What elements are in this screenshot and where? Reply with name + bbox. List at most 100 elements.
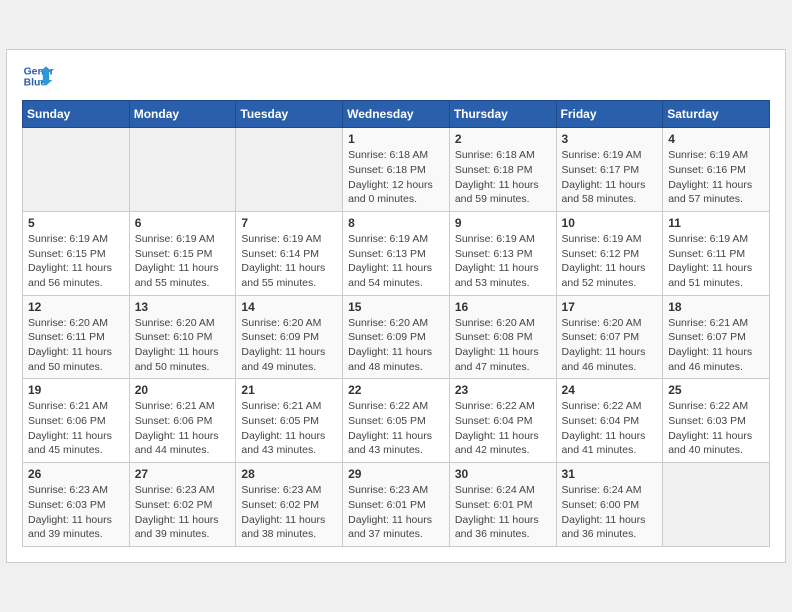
calendar-cell: 18 Sunrise: 6:21 AM Sunset: 6:07 PM Dayli…	[663, 295, 770, 379]
calendar-cell: 6 Sunrise: 6:19 AM Sunset: 6:15 PM Daylig…	[129, 211, 236, 295]
day-number: 13	[135, 300, 231, 314]
day-info: Sunrise: 6:21 AM Sunset: 6:07 PM Dayligh…	[668, 316, 764, 375]
weekday-header: Wednesday	[343, 101, 450, 128]
day-info: Sunrise: 6:20 AM Sunset: 6:11 PM Dayligh…	[28, 316, 124, 375]
day-info: Sunrise: 6:19 AM Sunset: 6:15 PM Dayligh…	[135, 232, 231, 291]
calendar-cell: 13Sunrise: 6:20 AM Sunset: 6:10 PM Dayli…	[129, 295, 236, 379]
weekday-header: Friday	[556, 101, 663, 128]
day-info: Sunrise: 6:19 AM Sunset: 6:12 PM Dayligh…	[562, 232, 658, 291]
day-info: Sunrise: 6:21 AM Sunset: 6:06 PM Dayligh…	[28, 399, 124, 458]
weekday-header: Thursday	[449, 101, 556, 128]
calendar-cell: 7 Sunrise: 6:19 AM Sunset: 6:14 PM Daylig…	[236, 211, 343, 295]
calendar-cell: 22Sunrise: 6:22 AM Sunset: 6:05 PM Dayli…	[343, 379, 450, 463]
day-number: 2	[455, 132, 551, 146]
calendar-cell: 30 Sunrise: 6:24 AM Sunset: 6:01 PM Dayli…	[449, 463, 556, 547]
day-info: Sunrise: 6:20 AM Sunset: 6:09 PM Dayligh…	[241, 316, 337, 375]
day-number: 14	[241, 300, 337, 314]
weekday-header: Sunday	[23, 101, 130, 128]
calendar-cell	[236, 128, 343, 212]
logo: General Blue	[22, 60, 54, 92]
day-number: 28	[241, 467, 337, 481]
day-number: 4	[668, 132, 764, 146]
day-number: 19	[28, 383, 124, 397]
day-number: 15	[348, 300, 444, 314]
day-number: 21	[241, 383, 337, 397]
calendar-cell: 29 Sunrise: 6:23 AM Sunset: 6:01 PM Dayli…	[343, 463, 450, 547]
calendar-cell: 20Sunrise: 6:21 AM Sunset: 6:06 PM Dayli…	[129, 379, 236, 463]
day-number: 9	[455, 216, 551, 230]
day-info: Sunrise: 6:20 AM Sunset: 6:08 PM Dayligh…	[455, 316, 551, 375]
header: General Blue	[22, 60, 770, 92]
calendar-cell: 1 Sunrise: 6:18 AM Sunset: 6:18 PM Daylig…	[343, 128, 450, 212]
weekday-header-row: SundayMondayTuesdayWednesdayThursdayFrid…	[23, 101, 770, 128]
calendar-week-row: 19 Sunrise: 6:21 AM Sunset: 6:06 PM Dayli…	[23, 379, 770, 463]
day-info: Sunrise: 6:22 AM Sunset: 6:03 PM Dayligh…	[668, 399, 764, 458]
calendar-cell: 16 Sunrise: 6:20 AM Sunset: 6:08 PM Dayli…	[449, 295, 556, 379]
day-number: 25	[668, 383, 764, 397]
calendar-container: General Blue SundayMondayTuesdayWednesda…	[6, 49, 786, 563]
weekday-header: Monday	[129, 101, 236, 128]
day-number: 30	[455, 467, 551, 481]
calendar-cell: 3 Sunrise: 6:19 AM Sunset: 6:17 PM Daylig…	[556, 128, 663, 212]
day-number: 6	[135, 216, 231, 230]
calendar-cell: 10 Sunrise: 6:19 AM Sunset: 6:12 PM Dayli…	[556, 211, 663, 295]
day-info: Sunrise: 6:23 AM Sunset: 6:01 PM Dayligh…	[348, 483, 444, 542]
day-number: 1	[348, 132, 444, 146]
day-number: 17	[562, 300, 658, 314]
day-info: Sunrise: 6:22 AM Sunset: 6:04 PM Dayligh…	[455, 399, 551, 458]
logo-icon: General Blue	[22, 60, 54, 92]
calendar-cell: 21 Sunrise: 6:21 AM Sunset: 6:05 PM Dayli…	[236, 379, 343, 463]
day-number: 24	[562, 383, 658, 397]
calendar-cell	[663, 463, 770, 547]
day-number: 18	[668, 300, 764, 314]
day-number: 20	[135, 383, 231, 397]
calendar-cell: 26 Sunrise: 6:23 AM Sunset: 6:03 PM Dayli…	[23, 463, 130, 547]
calendar-cell: 25 Sunrise: 6:22 AM Sunset: 6:03 PM Dayli…	[663, 379, 770, 463]
day-number: 27	[135, 467, 231, 481]
calendar-cell: 15 Sunrise: 6:20 AM Sunset: 6:09 PM Dayli…	[343, 295, 450, 379]
day-info: Sunrise: 6:18 AM Sunset: 6:18 PM Dayligh…	[455, 148, 551, 207]
calendar-cell: 17 Sunrise: 6:20 AM Sunset: 6:07 PM Dayli…	[556, 295, 663, 379]
calendar-cell: 2 Sunrise: 6:18 AM Sunset: 6:18 PM Daylig…	[449, 128, 556, 212]
calendar-cell: 23Sunrise: 6:22 AM Sunset: 6:04 PM Dayli…	[449, 379, 556, 463]
day-number: 3	[562, 132, 658, 146]
day-number: 5	[28, 216, 124, 230]
calendar-cell: 27Sunrise: 6:23 AM Sunset: 6:02 PM Dayli…	[129, 463, 236, 547]
weekday-header: Tuesday	[236, 101, 343, 128]
day-info: Sunrise: 6:21 AM Sunset: 6:05 PM Dayligh…	[241, 399, 337, 458]
day-info: Sunrise: 6:23 AM Sunset: 6:03 PM Dayligh…	[28, 483, 124, 542]
calendar-cell: 14 Sunrise: 6:20 AM Sunset: 6:09 PM Dayli…	[236, 295, 343, 379]
day-number: 8	[348, 216, 444, 230]
day-info: Sunrise: 6:19 AM Sunset: 6:14 PM Dayligh…	[241, 232, 337, 291]
calendar-week-row: 5 Sunrise: 6:19 AM Sunset: 6:15 PM Daylig…	[23, 211, 770, 295]
calendar-cell: 31Sunrise: 6:24 AM Sunset: 6:00 PM Dayli…	[556, 463, 663, 547]
day-number: 10	[562, 216, 658, 230]
day-number: 29	[348, 467, 444, 481]
calendar-cell: 5 Sunrise: 6:19 AM Sunset: 6:15 PM Daylig…	[23, 211, 130, 295]
calendar-cell: 9Sunrise: 6:19 AM Sunset: 6:13 PM Daylig…	[449, 211, 556, 295]
day-number: 12	[28, 300, 124, 314]
day-info: Sunrise: 6:24 AM Sunset: 6:00 PM Dayligh…	[562, 483, 658, 542]
calendar-cell: 19 Sunrise: 6:21 AM Sunset: 6:06 PM Dayli…	[23, 379, 130, 463]
day-info: Sunrise: 6:19 AM Sunset: 6:13 PM Dayligh…	[348, 232, 444, 291]
weekday-header: Saturday	[663, 101, 770, 128]
day-info: Sunrise: 6:19 AM Sunset: 6:17 PM Dayligh…	[562, 148, 658, 207]
day-info: Sunrise: 6:20 AM Sunset: 6:09 PM Dayligh…	[348, 316, 444, 375]
calendar-cell: 28Sunrise: 6:23 AM Sunset: 6:02 PM Dayli…	[236, 463, 343, 547]
calendar-week-row: 26 Sunrise: 6:23 AM Sunset: 6:03 PM Dayli…	[23, 463, 770, 547]
day-info: Sunrise: 6:24 AM Sunset: 6:01 PM Dayligh…	[455, 483, 551, 542]
day-info: Sunrise: 6:20 AM Sunset: 6:07 PM Dayligh…	[562, 316, 658, 375]
day-info: Sunrise: 6:22 AM Sunset: 6:05 PM Dayligh…	[348, 399, 444, 458]
day-info: Sunrise: 6:22 AM Sunset: 6:04 PM Dayligh…	[562, 399, 658, 458]
calendar-cell: 24 Sunrise: 6:22 AM Sunset: 6:04 PM Dayli…	[556, 379, 663, 463]
calendar-week-row: 1 Sunrise: 6:18 AM Sunset: 6:18 PM Daylig…	[23, 128, 770, 212]
day-number: 11	[668, 216, 764, 230]
calendar-cell: 4Sunrise: 6:19 AM Sunset: 6:16 PM Daylig…	[663, 128, 770, 212]
day-number: 7	[241, 216, 337, 230]
calendar-cell	[129, 128, 236, 212]
day-number: 16	[455, 300, 551, 314]
day-info: Sunrise: 6:19 AM Sunset: 6:15 PM Dayligh…	[28, 232, 124, 291]
day-info: Sunrise: 6:18 AM Sunset: 6:18 PM Dayligh…	[348, 148, 444, 207]
calendar-cell: 11Sunrise: 6:19 AM Sunset: 6:11 PM Dayli…	[663, 211, 770, 295]
day-number: 26	[28, 467, 124, 481]
